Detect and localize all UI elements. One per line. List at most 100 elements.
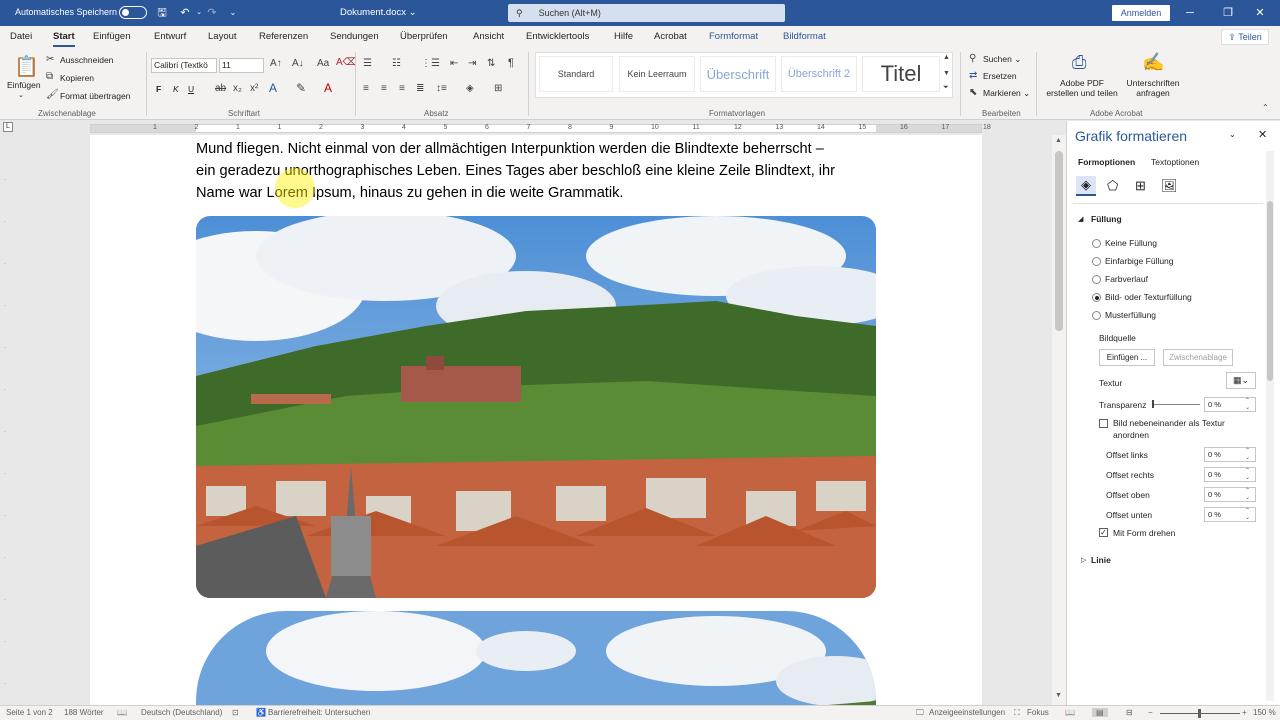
bullets-icon[interactable]: ☰ bbox=[363, 58, 372, 69]
tab-layout[interactable]: Layout bbox=[208, 31, 237, 42]
styles-scroll-up-icon[interactable]: ▲ bbox=[943, 54, 950, 61]
tab-formformat[interactable]: Formformat bbox=[709, 31, 758, 42]
display-settings[interactable]: Anzeigeeinstellungen bbox=[929, 708, 1005, 717]
select-icon[interactable]: ⬉ bbox=[969, 87, 977, 98]
search-input[interactable]: ⚲ Suchen (Alt+M) bbox=[508, 4, 785, 22]
offset-left-spinner[interactable]: 0 % bbox=[1204, 447, 1256, 462]
strikethrough-icon[interactable]: ab bbox=[215, 83, 226, 94]
tab-entwicklertools[interactable]: Entwicklertools bbox=[526, 31, 589, 42]
texture-picker[interactable]: ▦⌄ bbox=[1226, 372, 1256, 389]
line-spacing-icon[interactable]: ↕≡ bbox=[436, 83, 447, 94]
tab-ueberpruefen[interactable]: Überprüfen bbox=[400, 31, 448, 42]
focus-icon[interactable]: ⛶ bbox=[1014, 708, 1020, 718]
focus-mode[interactable]: Fokus bbox=[1027, 708, 1049, 717]
scroll-down-icon[interactable]: ▼ bbox=[1055, 692, 1062, 699]
font-name-combo[interactable]: Calibri (Textkö bbox=[151, 58, 217, 73]
replace-icon[interactable]: ⇄ bbox=[969, 70, 977, 81]
cut-icon[interactable]: ✂ bbox=[46, 54, 54, 65]
tab-datei[interactable]: Datei bbox=[10, 31, 32, 42]
fill-option-label[interactable]: Musterfüllung bbox=[1105, 310, 1156, 320]
cut-button[interactable]: Ausschneiden bbox=[60, 55, 113, 65]
paste-button[interactable]: Einfügen bbox=[7, 80, 41, 90]
autosave-toggle[interactable] bbox=[119, 6, 147, 19]
fill-option-radio[interactable] bbox=[1092, 311, 1101, 320]
fill-option-label[interactable]: Farbverlauf bbox=[1105, 274, 1148, 284]
increase-indent-icon[interactable]: ⇥ bbox=[468, 58, 476, 69]
paste-dropdown-icon[interactable]: ⌄ bbox=[18, 91, 24, 99]
multilevel-list-icon[interactable]: ⋮☰ bbox=[421, 58, 440, 69]
save-icon[interactable]: 🖫 bbox=[154, 5, 170, 21]
format-painter-icon[interactable]: 🖌 bbox=[46, 89, 59, 100]
sort-icon[interactable]: ⇅ bbox=[487, 58, 495, 69]
shrink-font-icon[interactable]: A↓ bbox=[292, 58, 304, 69]
language-status[interactable]: Deutsch (Deutschland) bbox=[141, 708, 222, 717]
signin-button[interactable]: Anmelden bbox=[1112, 5, 1170, 21]
change-case-icon[interactable]: Aa bbox=[317, 58, 329, 69]
minimize-icon[interactable]: ─ bbox=[1180, 4, 1200, 22]
pane-close-icon[interactable]: ✕ bbox=[1258, 128, 1267, 141]
pane-scrollbar-thumb[interactable] bbox=[1267, 201, 1273, 381]
justify-icon[interactable]: ≣ bbox=[416, 83, 424, 94]
styles-scroll-down-icon[interactable]: ▼ bbox=[943, 70, 950, 77]
style-standard[interactable]: Standard bbox=[539, 56, 613, 92]
select-button[interactable]: Markieren ⌄ bbox=[983, 88, 1030, 99]
section-line[interactable]: Linie bbox=[1091, 555, 1111, 565]
insert-picture-button[interactable]: Einfügen ... bbox=[1099, 349, 1155, 366]
vertical-ruler[interactable]: · · · · · · · · · · · · · bbox=[0, 135, 14, 705]
tab-einfuegen[interactable]: Einfügen bbox=[93, 31, 131, 42]
expand-line-icon[interactable]: ▷ bbox=[1081, 556, 1086, 564]
fill-option-radio[interactable] bbox=[1092, 239, 1101, 248]
format-painter-button[interactable]: Format übertragen bbox=[60, 91, 130, 101]
zoom-in-icon[interactable]: + bbox=[1242, 708, 1247, 717]
fill-option-radio[interactable] bbox=[1092, 257, 1101, 266]
tab-ansicht[interactable]: Ansicht bbox=[473, 31, 504, 42]
fill-option-radio[interactable] bbox=[1092, 275, 1101, 284]
fill-option-label[interactable]: Einfarbige Füllung bbox=[1105, 256, 1174, 266]
numbering-icon[interactable]: ☷ bbox=[392, 58, 401, 69]
styles-more-icon[interactable]: ⏷ bbox=[943, 84, 949, 92]
shading-icon[interactable]: ◈ bbox=[466, 83, 474, 94]
tab-text-options[interactable]: Textoptionen bbox=[1151, 157, 1199, 167]
restore-icon[interactable]: ❐ bbox=[1218, 4, 1238, 22]
tab-entwurf[interactable]: Entwurf bbox=[154, 31, 186, 42]
request-signatures-button[interactable]: Unterschriften anfragen bbox=[1122, 78, 1184, 98]
rotate-with-shape-checkbox[interactable]: ✓ bbox=[1099, 528, 1108, 537]
pane-scrollbar[interactable] bbox=[1266, 151, 1274, 701]
share-button[interactable]: ⇪ Teilen bbox=[1221, 29, 1269, 45]
find-icon[interactable]: ⚲ bbox=[969, 53, 976, 64]
picture-icon[interactable]: 🖼 bbox=[1161, 178, 1178, 194]
copy-icon[interactable]: ⧉ bbox=[46, 71, 53, 82]
second-picture-shape[interactable] bbox=[196, 611, 876, 720]
borders-icon[interactable]: ⊞ bbox=[494, 83, 502, 94]
show-formatting-icon[interactable]: ¶ bbox=[508, 57, 514, 69]
style-ueberschrift[interactable]: Überschrift bbox=[700, 56, 776, 92]
document-title[interactable]: Dokument.docx ⌄ bbox=[340, 7, 417, 18]
read-mode-icon[interactable]: 📖 bbox=[1065, 708, 1075, 717]
align-right-icon[interactable]: ≡ bbox=[399, 83, 405, 94]
style-kein-leerraum[interactable]: Kein Leerraum bbox=[619, 56, 695, 92]
zoom-level[interactable]: 150 % bbox=[1253, 708, 1276, 717]
pane-options-icon[interactable]: ⌄ bbox=[1229, 130, 1236, 139]
tab-sendungen[interactable]: Sendungen bbox=[330, 31, 379, 42]
italic-button[interactable]: K bbox=[173, 84, 179, 94]
effects-icon[interactable]: ⬠ bbox=[1107, 178, 1118, 194]
macro-record-icon[interactable]: ⊡ bbox=[232, 708, 239, 717]
find-button[interactable]: Suchen ⌄ bbox=[983, 54, 1021, 65]
web-layout-icon[interactable]: ⊟ bbox=[1126, 708, 1133, 717]
superscript-icon[interactable]: x² bbox=[250, 83, 258, 94]
copy-button[interactable]: Kopieren bbox=[60, 73, 94, 83]
fill-option-label[interactable]: Bild- oder Texturfüllung bbox=[1105, 292, 1192, 302]
print-layout-icon[interactable]: ▤ bbox=[1092, 708, 1108, 717]
replace-button[interactable]: Ersetzen bbox=[983, 71, 1017, 81]
accessibility-status[interactable]: Barrierefreiheit: Untersuchen bbox=[268, 708, 370, 717]
zoom-out-icon[interactable]: − bbox=[1148, 708, 1153, 717]
transparency-spinner[interactable]: 0 % bbox=[1204, 397, 1256, 412]
word-count[interactable]: 188 Wörter bbox=[64, 708, 104, 717]
customize-qat-icon[interactable]: ⌄ bbox=[225, 5, 241, 21]
close-icon[interactable]: ✕ bbox=[1250, 4, 1270, 22]
offset-bottom-spinner[interactable]: 0 % bbox=[1204, 507, 1256, 522]
redo-icon[interactable]: ↷ bbox=[204, 5, 220, 21]
highlight-color-icon[interactable]: ✎ bbox=[296, 81, 306, 95]
display-settings-icon[interactable]: 🖵 bbox=[916, 708, 924, 718]
style-titel[interactable]: Titel bbox=[862, 56, 940, 92]
